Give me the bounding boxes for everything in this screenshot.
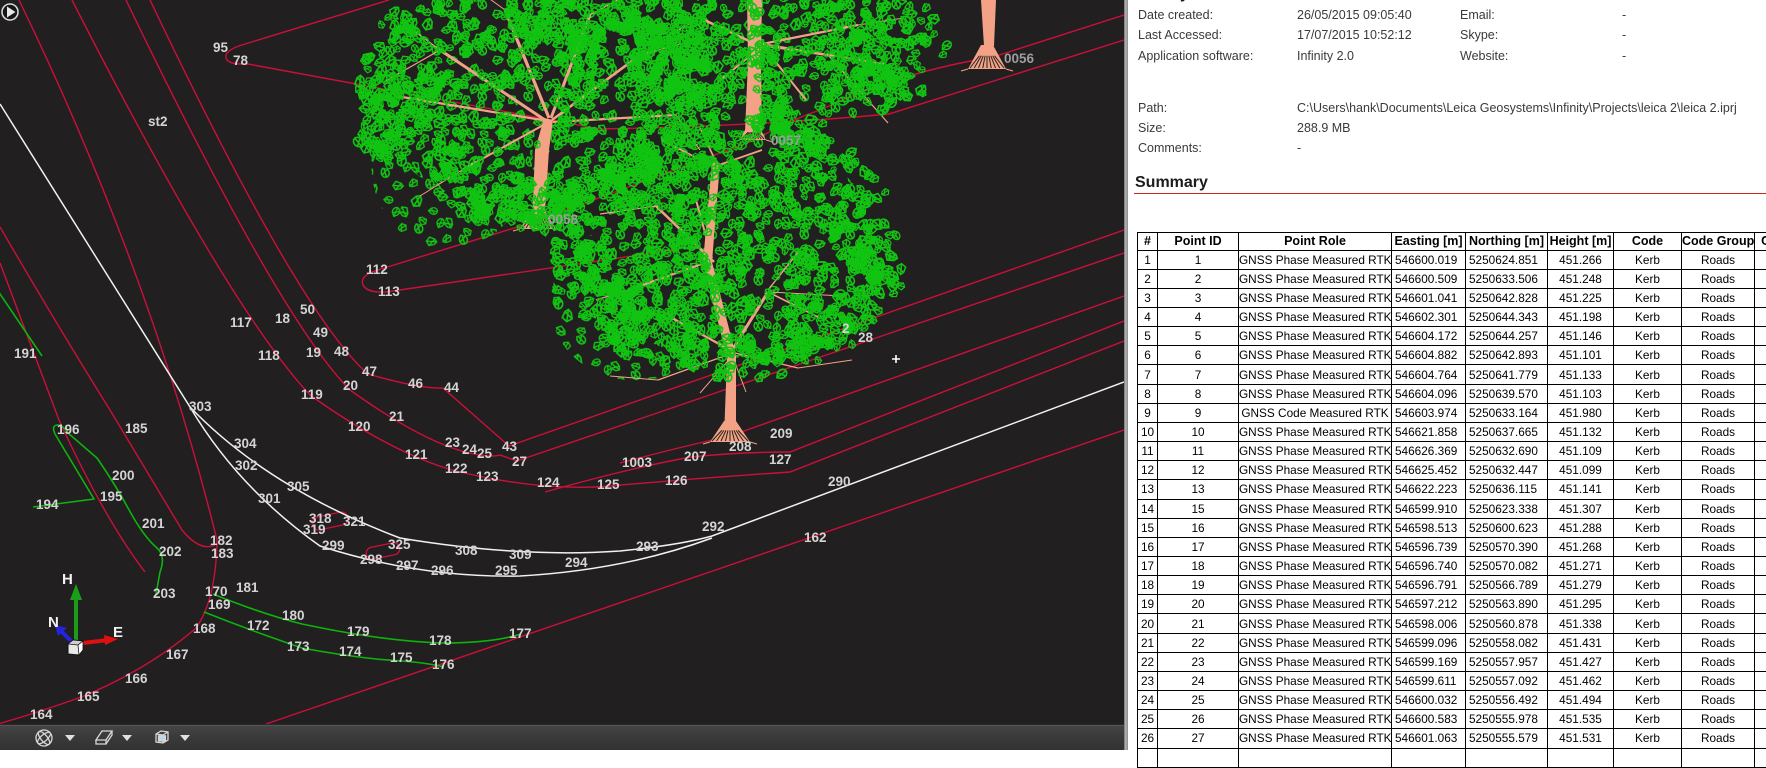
svg-text:302: 302 [235, 458, 258, 473]
svg-text:165: 165 [77, 689, 100, 704]
svg-text:28: 28 [858, 330, 874, 345]
svg-text:119: 119 [301, 387, 323, 402]
svg-text:173: 173 [287, 639, 310, 654]
svg-text:118: 118 [258, 348, 280, 363]
svg-text:303: 303 [189, 399, 212, 414]
svg-text:292: 292 [702, 519, 725, 534]
svg-text:95: 95 [213, 40, 229, 55]
svg-text:48: 48 [334, 344, 350, 359]
svg-text:23: 23 [445, 435, 461, 450]
svg-text:0057: 0057 [771, 133, 801, 148]
svg-text:319: 319 [303, 522, 326, 537]
svg-text:113: 113 [378, 284, 400, 299]
svg-text:164: 164 [30, 707, 53, 722]
svg-text:208: 208 [729, 439, 752, 454]
svg-text:126: 126 [665, 473, 688, 488]
svg-text:201: 201 [142, 516, 165, 531]
svg-text:293: 293 [636, 539, 659, 554]
svg-text:325: 325 [388, 537, 411, 552]
svg-text:294: 294 [565, 555, 588, 570]
svg-text:194: 194 [36, 497, 59, 512]
svg-text:177: 177 [509, 626, 532, 641]
svg-text:24: 24 [462, 442, 478, 457]
svg-text:308: 308 [455, 543, 478, 558]
svg-text:st2: st2 [148, 114, 168, 129]
svg-text:1003: 1003 [622, 455, 653, 470]
svg-text:46: 46 [408, 376, 424, 391]
svg-text:183: 183 [211, 546, 234, 561]
svg-text:43: 43 [502, 439, 518, 454]
svg-text:0056: 0056 [1004, 51, 1035, 66]
svg-text:179: 179 [347, 624, 370, 639]
svg-text:50: 50 [300, 302, 315, 317]
svg-text:321: 321 [343, 514, 366, 529]
svg-text:121: 121 [405, 447, 428, 462]
svg-text:196: 196 [57, 422, 80, 437]
svg-text:21: 21 [389, 409, 405, 424]
svg-text:167: 167 [166, 647, 189, 662]
svg-text:191: 191 [14, 346, 37, 361]
svg-text:290: 290 [828, 474, 851, 489]
svg-text:169: 169 [208, 597, 231, 612]
svg-text:47: 47 [362, 364, 377, 379]
svg-text:18: 18 [275, 311, 291, 326]
svg-text:124: 124 [537, 475, 560, 490]
svg-text:125: 125 [597, 477, 620, 492]
svg-text:207: 207 [684, 449, 707, 464]
svg-text:117: 117 [230, 315, 252, 330]
svg-text:H: H [62, 571, 73, 588]
svg-text:122: 122 [445, 461, 468, 476]
svg-text:295: 295 [495, 563, 518, 578]
svg-text:305: 305 [287, 479, 310, 494]
svg-text:19: 19 [306, 345, 321, 360]
svg-text:296: 296 [431, 563, 454, 578]
svg-text:127: 127 [769, 452, 792, 467]
svg-text:298: 298 [360, 552, 383, 567]
svg-text:123: 123 [476, 469, 499, 484]
svg-text:181: 181 [236, 580, 259, 595]
svg-text:202: 202 [159, 544, 182, 559]
svg-text:172: 172 [247, 618, 270, 633]
svg-text:185: 185 [125, 421, 148, 436]
svg-text:309: 309 [509, 547, 532, 562]
svg-text:209: 209 [770, 426, 793, 441]
svg-text:297: 297 [396, 558, 419, 573]
svg-text:25: 25 [477, 446, 493, 461]
svg-text:N: N [48, 614, 59, 631]
svg-text:174: 174 [339, 644, 362, 659]
svg-text:44: 44 [444, 380, 460, 395]
svg-text:78: 78 [233, 53, 249, 68]
svg-text:299: 299 [322, 538, 345, 553]
svg-text:2: 2 [842, 321, 850, 336]
svg-text:168: 168 [193, 621, 216, 636]
svg-text:120: 120 [348, 419, 371, 434]
svg-text:0058: 0058 [548, 212, 579, 227]
svg-text:178: 178 [429, 633, 452, 648]
svg-text:195: 195 [100, 489, 123, 504]
svg-text:176: 176 [432, 657, 455, 672]
svg-text:200: 200 [112, 468, 135, 483]
svg-text:166: 166 [125, 671, 148, 686]
svg-text:20: 20 [343, 378, 358, 393]
svg-text:162: 162 [804, 530, 827, 545]
svg-text:203: 203 [153, 586, 176, 601]
svg-text:E: E [113, 624, 123, 641]
svg-text:27: 27 [512, 454, 527, 469]
svg-text:49: 49 [313, 325, 328, 340]
svg-text:304: 304 [234, 436, 257, 451]
svg-text:112: 112 [366, 262, 388, 277]
svg-text:175: 175 [390, 650, 413, 665]
svg-text:180: 180 [282, 608, 305, 623]
svg-text:301: 301 [258, 491, 281, 506]
